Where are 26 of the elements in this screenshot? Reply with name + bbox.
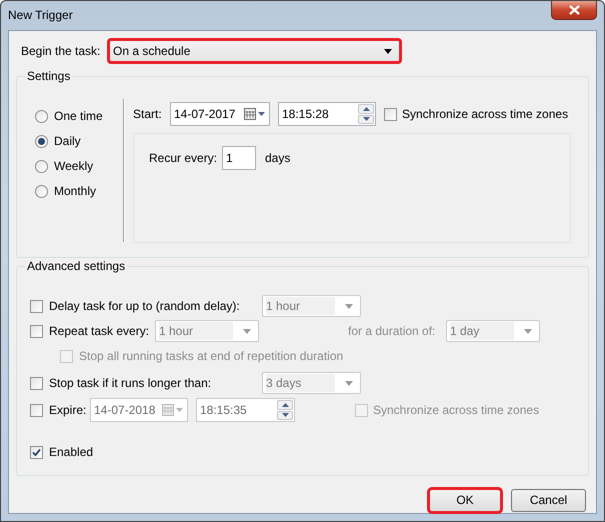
checkbox-label: Enabled [49,444,94,460]
field-label: Start: [133,106,163,122]
unit-label: days [265,151,290,166]
recur-input[interactable]: 1 [222,146,256,170]
window-title: New Trigger [8,8,73,23]
checkbox-label: Stop all running tasks at end of repetition duration [79,348,344,364]
radio-label: Daily [54,134,81,148]
checkbox-label: Repeat task every: [49,324,150,338]
checkbox-label: Delay task for up to (random delay): [49,298,241,314]
radio-label: Monthly [54,184,96,198]
field-label: for a duration of: [348,324,436,338]
checkbox-label: Expire: [49,402,88,418]
cancel-button[interactable]: Cancel [511,489,586,512]
checkbox-label: Stop task if it runs longer than: [49,376,212,390]
radio-label: Weekly [54,158,94,174]
checkbox-label: Synchronize across time zones [402,106,568,122]
field-label: Begin the task: [21,44,102,58]
field-label: Recur every: [149,151,218,166]
ok-button[interactable]: OK [429,489,501,512]
checkbox-label: Synchronize across time zones [373,402,540,418]
date-picker[interactable]: 14-07-2017 [170,102,270,126]
time-field[interactable]: 18:15:28 [278,102,376,126]
group-title: Settings [25,69,72,84]
task-trigger-dropdown[interactable]: On a schedule [109,40,400,62]
group-title: Advanced settings [25,259,128,274]
radio-label: One time [54,108,103,124]
